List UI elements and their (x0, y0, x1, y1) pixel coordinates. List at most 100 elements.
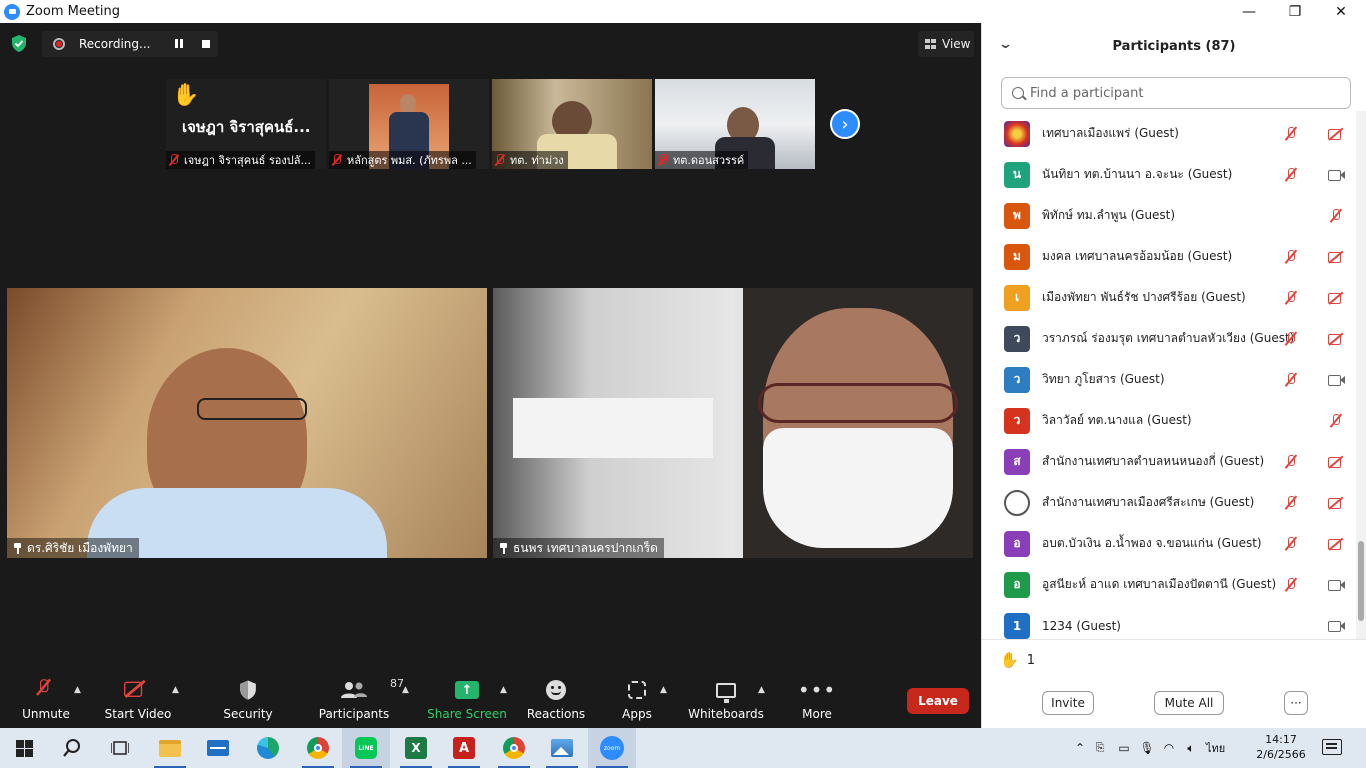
video-off-icon[interactable] (1327, 331, 1345, 347)
start-icon[interactable] (0, 728, 48, 768)
muted-mic-icon[interactable] (1327, 413, 1345, 429)
muted-mic-icon[interactable] (1282, 290, 1300, 306)
unmute-button[interactable]: Unmute (20, 673, 72, 728)
minimize-button[interactable]: — (1226, 0, 1272, 23)
security-button[interactable]: Security (222, 673, 274, 728)
participant-thumbnail[interactable]: ทต. ท่าม่วง (492, 79, 652, 169)
line-icon[interactable]: LINE (342, 728, 390, 768)
video-off-icon[interactable] (1327, 495, 1345, 511)
more-button[interactable]: ••• More (798, 673, 836, 728)
battery-icon[interactable]: ▭ (1112, 741, 1136, 755)
speaker-icon[interactable]: 🔈︎ (1180, 741, 1202, 756)
mail-icon[interactable] (194, 728, 242, 768)
acrobat-icon[interactable]: A (440, 728, 488, 768)
excel-icon[interactable]: X (392, 728, 440, 768)
next-page-arrow-icon[interactable]: › (830, 109, 860, 139)
muted-mic-icon[interactable] (1282, 126, 1300, 142)
notifications-icon[interactable] (1322, 739, 1342, 755)
participant-row[interactable]: ส สำนักงานเทศบาลตำบลหนหนองกี่ (Guest) (982, 441, 1356, 482)
scrollbar-thumb[interactable] (1358, 541, 1364, 621)
participant-thumbnail[interactable]: ✋ เจษฎา จิราสุคนธ์... เจษฎา จิราสุคนธ์ ร… (166, 79, 326, 169)
muted-mic-icon[interactable] (1282, 372, 1300, 388)
participant-row[interactable]: 1 1234 (Guest) (982, 605, 1356, 639)
video-tile[interactable]: ดร.ศิริชัย เมืองพัทยา (7, 288, 487, 558)
participant-row[interactable]: อ อบต.บัวเงิน อ.น้ำพอง จ.ขอนแก่น (Guest) (982, 523, 1356, 564)
start-video-button[interactable]: Start Video (105, 673, 171, 728)
participant-row[interactable]: ว วิลาวัลย์ ทต.นางแล (Guest) (982, 400, 1356, 441)
video-off-icon[interactable] (1327, 249, 1345, 265)
muted-mic-icon[interactable] (1282, 536, 1300, 552)
video-icon[interactable] (1327, 618, 1345, 634)
search-icon[interactable] (48, 728, 96, 768)
video-icon[interactable] (1327, 167, 1345, 183)
leave-button[interactable]: Leave (907, 688, 969, 714)
collapse-chevron-icon[interactable]: ⌄ (998, 37, 1013, 52)
muted-mic-icon[interactable] (1282, 331, 1300, 347)
participant-row[interactable]: เทศบาลเมืองแพร่ (Guest) (982, 113, 1356, 154)
participant-row[interactable]: ว วิทยา ภูโยสาร (Guest) (982, 359, 1356, 400)
reactions-button[interactable]: Reactions (527, 673, 585, 728)
task-view-icon[interactable] (96, 728, 144, 768)
participant-row[interactable]: ม มงคล เทศบาลนครอ้อมน้อย (Guest) (982, 236, 1356, 277)
apps-options-caret[interactable]: ▲ (660, 685, 667, 695)
video-tile[interactable]: ธนพร เทศบาลนครปากเกร็ด (493, 288, 973, 558)
participant-list-scrollbar[interactable] (1356, 111, 1366, 639)
share-options-caret[interactable]: ▲ (500, 685, 507, 695)
participant-row[interactable]: ว วราภรณ์ ร่องมรุต เทศบาลตำบลหัวเวียง (Gu… (982, 318, 1356, 359)
participant-row[interactable]: อ อูสนียะห์ อาแด เทศบาลเมืองปัตตานี (Gues… (982, 564, 1356, 605)
video-off-icon[interactable] (1327, 454, 1345, 470)
muted-mic-icon (33, 678, 59, 702)
video-icon[interactable] (1327, 372, 1345, 388)
restore-button[interactable]: ❐ (1272, 0, 1318, 23)
pause-recording-button[interactable] (174, 39, 184, 49)
chrome-icon[interactable] (490, 728, 538, 768)
stop-recording-button[interactable] (202, 40, 210, 48)
invite-button[interactable]: Invite (1042, 691, 1094, 715)
meeting-toolbar: Unmute ▲ Start Video ▲ Security 87 Parti… (0, 673, 981, 728)
participant-row[interactable]: สำนักงานเทศบาลเมืองศรีสะเกษ (Guest) (982, 482, 1356, 523)
zoom-icon[interactable]: zoom (588, 728, 636, 768)
audio-options-caret[interactable]: ▲ (74, 685, 81, 695)
security-shield-icon[interactable] (11, 35, 27, 52)
muted-mic-icon[interactable] (1327, 208, 1345, 224)
wifi-icon[interactable]: ◠ (1158, 741, 1180, 755)
muted-mic-icon[interactable] (1282, 167, 1300, 183)
video-icon[interactable] (1327, 577, 1345, 593)
windows-taskbar: LINE X A zoom ⌃ ⎘ ▭ 🎙︎ ◠ 🔈︎ ไทย 14:17 2/… (0, 728, 1366, 768)
photos-icon[interactable] (538, 728, 586, 768)
taskbar-clock[interactable]: 14:17 2/6/2566 (1255, 732, 1307, 762)
share-screen-button[interactable]: ↑ Share Screen (427, 673, 507, 728)
video-off-icon[interactable] (1327, 290, 1345, 306)
apps-button[interactable]: Apps (618, 673, 656, 728)
muted-mic-icon[interactable] (1282, 577, 1300, 593)
whiteboards-options-caret[interactable]: ▲ (758, 685, 765, 695)
muted-mic-icon[interactable] (1282, 495, 1300, 511)
view-button[interactable]: View (918, 31, 974, 57)
input-language[interactable]: ไทย (1206, 739, 1225, 757)
participants-button[interactable]: 87 Participants (319, 673, 404, 728)
network-adapter-icon[interactable]: ⎘ (1088, 741, 1112, 755)
participant-search-box[interactable] (1001, 77, 1351, 109)
muted-mic-icon[interactable] (1282, 249, 1300, 265)
participant-thumbnail[interactable]: ทต.ดอนสวรรค์ (655, 79, 815, 169)
microphone-icon[interactable]: 🎙︎ (1136, 741, 1158, 755)
muted-mic-icon[interactable] (1282, 454, 1300, 470)
chrome-icon[interactable] (294, 728, 342, 768)
video-options-caret[interactable]: ▲ (172, 685, 179, 695)
video-off-icon[interactable] (1327, 536, 1345, 552)
participants-options-caret[interactable]: ▲ (402, 685, 409, 695)
edge-icon[interactable] (244, 728, 292, 768)
file-explorer-icon[interactable] (146, 728, 194, 768)
mute-all-button[interactable]: Mute All (1154, 691, 1224, 715)
video-off-icon[interactable] (1327, 126, 1345, 142)
show-hidden-icons-chevron-icon[interactable]: ⌃ (1072, 741, 1088, 755)
muted-mic-icon (168, 154, 180, 166)
participant-row[interactable]: เ เมืองพัทยา พันธ์รัช ปางศรีร้อย (Guest) (982, 277, 1356, 318)
participant-row[interactable]: พ พิทักษ์ ทม.ลำพูน (Guest) (982, 195, 1356, 236)
participant-search-input[interactable] (1030, 85, 1330, 101)
participant-thumbnail[interactable]: หลักสูตร พมส. (ภัทรพล ... (329, 79, 489, 169)
close-window-button[interactable]: ✕ (1318, 0, 1364, 23)
panel-more-button[interactable]: ··· (1284, 691, 1308, 715)
participant-row[interactable]: น นันทิยา ทต.บ้านนา อ.จะนะ (Guest) (982, 154, 1356, 195)
whiteboards-button[interactable]: Whiteboards (688, 673, 764, 728)
